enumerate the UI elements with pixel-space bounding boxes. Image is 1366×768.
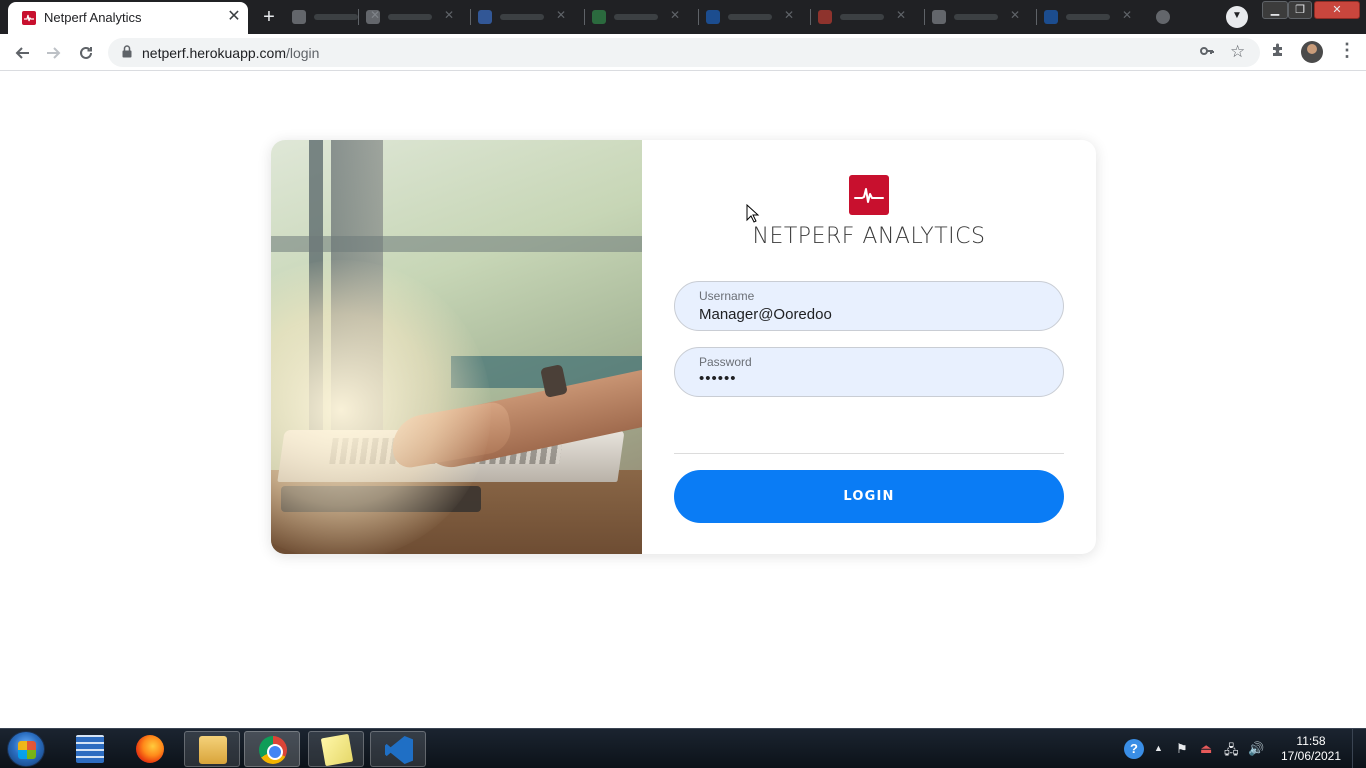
taskbar-task-manager[interactable] [62,731,118,767]
background-tab[interactable] [1150,6,1190,28]
background-tab[interactable]: ✕ [358,6,464,28]
taskbar-chrome[interactable] [244,731,300,767]
back-arrow-icon[interactable] [10,41,34,65]
laptop-hero-image [271,140,642,554]
puzzle-icon[interactable] [1270,42,1286,63]
background-tab[interactable]: ✕ [1036,6,1142,28]
background-tab[interactable]: ✕ [584,6,690,28]
taskbar-firefox[interactable] [122,731,178,767]
mouse-cursor-icon [746,203,760,229]
sticky-notes-icon [320,733,354,767]
firefox-icon [136,735,164,763]
login-panel: NETPERF ANALYTICS Username Password ••••… [642,140,1096,554]
password-field[interactable]: Password •••••• [674,347,1064,397]
netperf-logo-icon [849,175,889,215]
tab-netperf-analytics[interactable]: Netperf Analytics ✕ [8,2,248,34]
show-desktop-button[interactable] [1352,729,1366,768]
username-field[interactable]: Username [674,281,1064,331]
network-icon[interactable]: 🖧 [1224,741,1239,763]
kebab-menu-icon[interactable]: ⋮ [1338,40,1356,61]
vscode-icon [385,736,413,764]
action-center-flag-icon[interactable]: ⚑ [1176,741,1188,757]
password-input[interactable]: •••••• [699,370,1039,387]
minimize-window-icon[interactable]: ▁ [1262,1,1288,19]
clock-time: 11:58 [1296,734,1326,748]
folder-icon [199,736,227,764]
key-icon[interactable] [1200,44,1214,61]
address-bar[interactable]: netperf.herokuapp.com/login ☆ [108,38,1260,67]
forward-arrow-icon[interactable] [42,41,66,65]
tab-close-icon[interactable]: ✕ [224,7,244,27]
restore-window-icon[interactable]: ❐ [1288,1,1312,19]
profile-avatar[interactable] [1301,41,1323,63]
bookmark-star-icon[interactable]: ☆ [1230,42,1245,62]
clock-date: 17/06/2021 [1280,749,1342,763]
username-input[interactable] [699,306,1039,323]
background-tab[interactable]: ✕ [698,6,804,28]
windows-taskbar: ? ▲ ⚑ ⏏ 🖧 🔊 11:58 17/06/2021 [0,728,1366,768]
tab-title: Netperf Analytics [44,10,142,25]
taskbar-file-explorer[interactable] [184,731,240,767]
login-card: NETPERF ANALYTICS Username Password ••••… [271,140,1096,554]
close-window-icon[interactable]: ✕ [1314,1,1360,19]
login-button[interactable]: LOGIN [674,470,1064,523]
usb-device-icon[interactable]: ⏏ [1200,741,1212,757]
netperf-favicon-icon [22,11,36,25]
tab-search-icon[interactable]: ▼ [1226,6,1248,28]
background-tab[interactable]: ✕ [924,6,1030,28]
background-tab[interactable]: ✕ [810,6,916,28]
volume-icon[interactable]: 🔊 [1248,741,1264,757]
reload-icon[interactable] [74,41,98,65]
task-manager-icon [76,735,104,763]
taskbar-vscode[interactable] [370,731,426,767]
system-clock[interactable]: 11:58 17/06/2021 [1276,734,1346,764]
brand-title: NETPERF ANALYTICS [752,224,986,249]
start-button[interactable] [7,731,45,767]
lock-icon[interactable] [122,45,132,63]
browser-tab-strip: Netperf Analytics ✕ + ✕ ✕ ✕ ✕ ✕ ✕ ✕ ✕ ▼ … [0,0,1366,34]
url-host: netperf.herokuapp.com [142,45,286,61]
form-divider [674,453,1064,454]
taskbar-sticky-notes[interactable] [308,731,364,767]
username-label: Username [699,289,755,303]
background-tab[interactable]: ✕ [470,6,576,28]
chrome-icon [259,736,287,764]
password-label: Password [699,355,752,369]
new-tab-button[interactable]: + [258,6,280,28]
url-path: /login [285,45,320,61]
help-tray-icon[interactable]: ? [1124,739,1144,759]
browser-toolbar: netperf.herokuapp.com/login ☆ ⋮ [0,34,1366,71]
show-hidden-icons-icon[interactable]: ▲ [1154,743,1163,753]
url-text[interactable]: netperf.herokuapp.com/login [142,45,319,61]
windows-logo-icon [18,741,36,759]
